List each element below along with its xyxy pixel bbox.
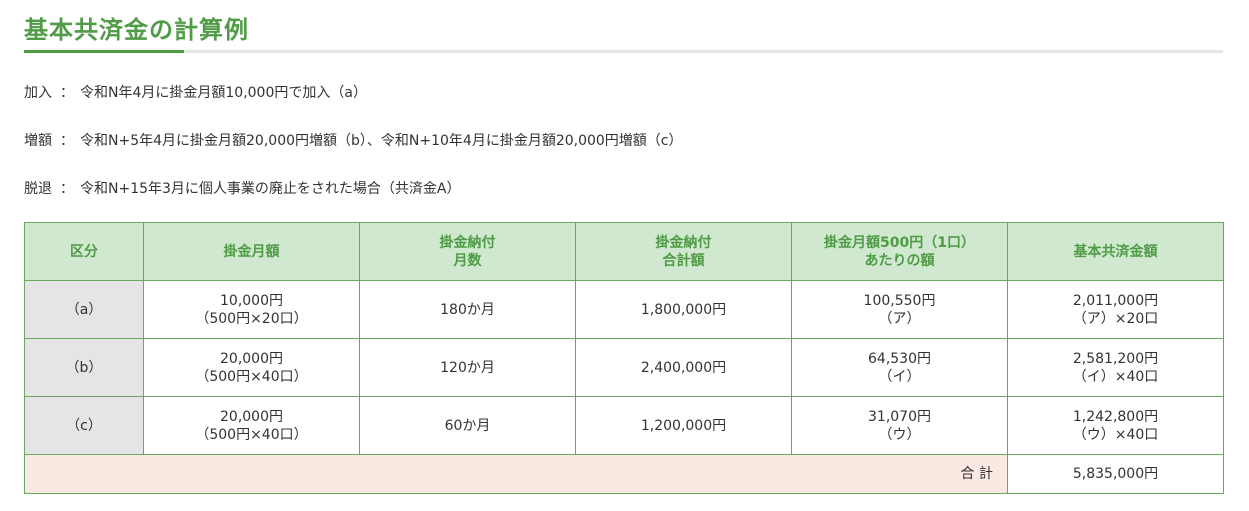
header-payment-months-line2: 月数 xyxy=(453,252,482,269)
benefit-cell: 2,581,200円 （イ）×40口 xyxy=(1007,338,1224,397)
row-label: （c） xyxy=(24,396,144,455)
monthly-amount-cell: 20,000円 （500円×40口） xyxy=(143,338,360,397)
benefit-cell: 2,011,000円 （ア）×20口 xyxy=(1007,280,1224,339)
header-monthly-amount-text: 掛金月額 xyxy=(223,243,280,260)
per-unit-cell: 64,530円 （イ） xyxy=(791,338,1008,397)
per-unit-mark: （イ） xyxy=(878,368,921,385)
section-heading: 基本共済金の計算例 xyxy=(24,0,1223,54)
payment-months-cell: 120か月 xyxy=(359,338,576,397)
header-per-unit-line2: あたりの額 xyxy=(864,252,935,269)
info-increase-sep: ： xyxy=(60,133,74,149)
payment-total-cell: 1,800,000円 xyxy=(575,280,792,339)
header-payment-total-line2: 合計額 xyxy=(662,252,705,269)
header-payment-total-line1: 掛金納付 xyxy=(655,234,712,251)
total-value: 5,835,000円 xyxy=(1007,454,1224,494)
monthly-amount-detail: （500円×20口） xyxy=(195,310,308,327)
benefit-formula: （ウ）×40口 xyxy=(1072,426,1159,443)
info-join: 加入 ： 令和N年4月に掛金月額10,000円で加入（a） xyxy=(24,82,367,102)
table-header-row: 区分 掛金月額 掛金納付 月数 掛金納付 合計額 掛金月額500円（1口） あた… xyxy=(24,222,1224,281)
monthly-amount-cell: 10,000円 （500円×20口） xyxy=(143,280,360,339)
monthly-amount-value: 20,000円 xyxy=(220,350,283,367)
per-unit-value: 64,530円 xyxy=(868,350,931,367)
info-withdraw: 脱退 ： 令和N+15年3月に個人事業の廃止をされた場合（共済金A） xyxy=(24,178,461,198)
table-row: （c） 20,000円 （500円×40口） 60か月 1,200,000円 3… xyxy=(24,396,1224,455)
info-increase: 増額 ： 令和N+5年4月に掛金月額20,000円増額（b）、令和N+10年4月… xyxy=(24,130,683,150)
header-per-unit: 掛金月額500円（1口） あたりの額 xyxy=(791,222,1008,281)
per-unit-cell: 31,070円 （ウ） xyxy=(791,396,1008,455)
header-basic-benefit-text: 基本共済金額 xyxy=(1073,243,1158,260)
header-category: 区分 xyxy=(24,222,144,281)
benefit-value: 2,011,000円 xyxy=(1072,292,1159,309)
monthly-amount-value: 20,000円 xyxy=(220,408,283,425)
per-unit-cell: 100,550円 （ア） xyxy=(791,280,1008,339)
payment-months-cell: 180か月 xyxy=(359,280,576,339)
total-row: 合 計 5,835,000円 xyxy=(24,454,1224,494)
monthly-amount-value: 10,000円 xyxy=(220,292,283,309)
header-basic-benefit: 基本共済金額 xyxy=(1007,222,1224,281)
header-monthly-amount: 掛金月額 xyxy=(143,222,360,281)
header-payment-months: 掛金納付 月数 xyxy=(359,222,576,281)
table-row: （a） 10,000円 （500円×20口） 180か月 1,800,000円 … xyxy=(24,280,1224,339)
header-per-unit-line1: 掛金月額500円（1口） xyxy=(824,234,975,251)
heading-underline xyxy=(24,50,1223,53)
benefit-formula: （ア）×20口 xyxy=(1072,310,1159,327)
row-label: （b） xyxy=(24,338,144,397)
info-join-sep: ： xyxy=(60,85,74,101)
info-join-label: 加入 xyxy=(24,85,52,101)
info-withdraw-text: 令和N+15年3月に個人事業の廃止をされた場合（共済金A） xyxy=(80,181,461,197)
row-label: （a） xyxy=(24,280,144,339)
monthly-amount-detail: （500円×40口） xyxy=(195,426,308,443)
info-increase-text: 令和N+5年4月に掛金月額20,000円増額（b）、令和N+10年4月に掛金月額… xyxy=(80,133,683,149)
page-title: 基本共済金の計算例 xyxy=(24,16,249,44)
info-withdraw-label: 脱退 xyxy=(24,181,52,197)
per-unit-value: 31,070円 xyxy=(868,408,931,425)
per-unit-mark: （ウ） xyxy=(878,426,921,443)
monthly-amount-cell: 20,000円 （500円×40口） xyxy=(143,396,360,455)
total-label: 合 計 xyxy=(24,454,1008,494)
calculation-table: 区分 掛金月額 掛金納付 月数 掛金納付 合計額 掛金月額500円（1口） あた… xyxy=(24,222,1224,494)
payment-total-cell: 1,200,000円 xyxy=(575,396,792,455)
benefit-formula: （イ）×40口 xyxy=(1072,368,1159,385)
benefit-value: 1,242,800円 xyxy=(1072,408,1159,425)
benefit-cell: 1,242,800円 （ウ）×40口 xyxy=(1007,396,1224,455)
header-category-text: 区分 xyxy=(70,243,98,260)
header-payment-months-line1: 掛金納付 xyxy=(439,234,496,251)
monthly-amount-detail: （500円×40口） xyxy=(195,368,308,385)
per-unit-mark: （ア） xyxy=(878,310,921,327)
heading-underline-accent xyxy=(24,50,184,53)
payment-total-cell: 2,400,000円 xyxy=(575,338,792,397)
benefit-value: 2,581,200円 xyxy=(1072,350,1159,367)
payment-months-cell: 60か月 xyxy=(359,396,576,455)
table-row: （b） 20,000円 （500円×40口） 120か月 2,400,000円 … xyxy=(24,338,1224,397)
info-join-text: 令和N年4月に掛金月額10,000円で加入（a） xyxy=(80,85,367,101)
info-withdraw-sep: ： xyxy=(60,181,74,197)
per-unit-value: 100,550円 xyxy=(863,292,936,309)
header-payment-total: 掛金納付 合計額 xyxy=(575,222,792,281)
info-increase-label: 増額 xyxy=(24,133,52,149)
